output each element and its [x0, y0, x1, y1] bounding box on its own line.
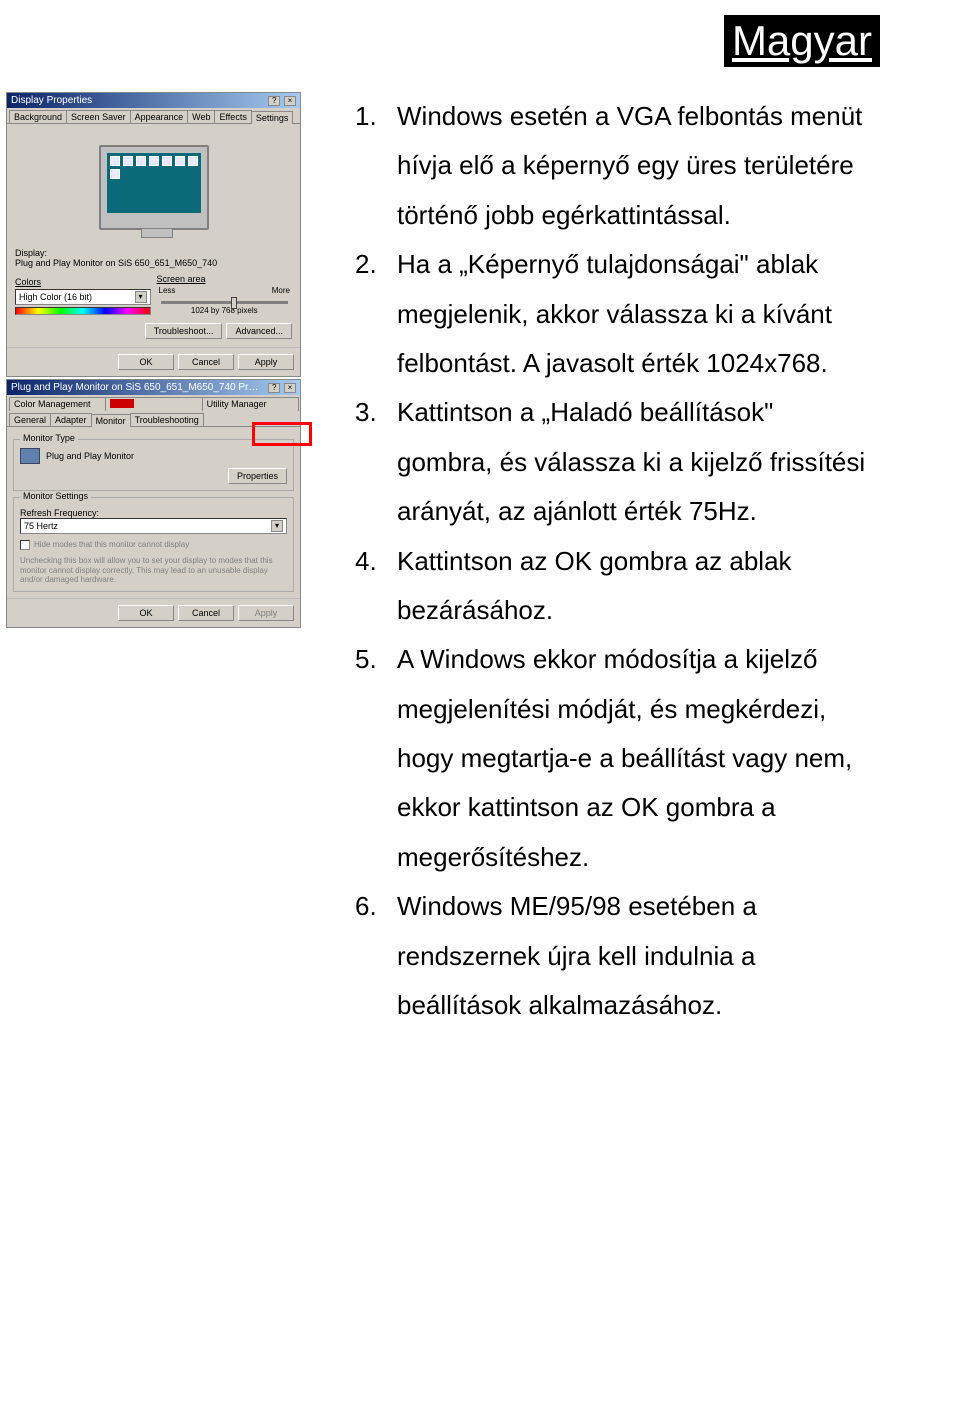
resolution-text: 1024 by 768 pixels [157, 306, 293, 315]
apply-button[interactable]: Apply [238, 605, 294, 621]
desktop-icon [136, 156, 146, 166]
tab-troubleshooting[interactable]: Troubleshooting [130, 413, 204, 426]
screenshots-column: Display Properties ? × Background Screen… [6, 92, 326, 628]
color-spectrum-bar [15, 307, 151, 315]
mp-tabs-row1: Color Management Utility Manager [7, 395, 300, 411]
monitor-settings-group: Monitor Settings Refresh Frequency: 75 H… [13, 497, 294, 592]
step-item: 4. Kattintson az OK gombra az ablak bezá… [355, 537, 875, 636]
tab-effects[interactable]: Effects [214, 110, 251, 123]
step-item: 1. Windows esetén a VGA felbontás menüt … [355, 92, 875, 240]
monitor-settings-label: Monitor Settings [20, 491, 91, 501]
tab-screensaver[interactable]: Screen Saver [66, 110, 131, 123]
desktop-icon [123, 156, 133, 166]
step-item: 5. A Windows ekkor módosítja a kijelző m… [355, 635, 875, 882]
instructions-column: 1. Windows esetén a VGA felbontás menüt … [355, 92, 875, 1030]
refresh-dropdown[interactable]: 75 Hertz ▾ [20, 518, 287, 534]
troubleshoot-button[interactable]: Troubleshoot... [145, 323, 223, 339]
help-icon[interactable]: ? [268, 96, 280, 106]
chevron-down-icon[interactable]: ▾ [135, 291, 147, 303]
colors-label: Colors [15, 277, 151, 287]
window-buttons: ? × [267, 95, 296, 106]
step-text: Windows ME/95/98 esetében a rendszernek … [397, 882, 875, 1030]
mp-tabs-row2: General Adapter Monitor Troubleshooting [7, 411, 300, 427]
dp-body: Display: Plug and Play Monitor on SiS 65… [7, 124, 300, 347]
step-text: Kattintson a „Haladó beállítások" gombra… [397, 388, 875, 536]
step-item: 6. Windows ME/95/98 esetében a rendszern… [355, 882, 875, 1030]
monitor-properties-window: Plug and Play Monitor on SiS 650_651_M65… [6, 379, 301, 628]
close-icon[interactable]: × [284, 383, 296, 393]
step-number: 6. [355, 882, 397, 1030]
hide-modes-label: Hide modes that this monitor cannot disp… [34, 540, 189, 549]
tab-appearance[interactable]: Appearance [130, 110, 189, 123]
advanced-button[interactable]: Advanced... [226, 323, 292, 339]
monitor-icon [20, 448, 40, 464]
step-item: 2. Ha a „Képernyő tulajdonságai" ablak m… [355, 240, 875, 388]
refresh-label: Refresh Frequency: [20, 508, 287, 518]
tab-general[interactable]: General [9, 413, 51, 426]
desktop-icon [162, 156, 172, 166]
colors-dropdown[interactable]: High Color (16 bit) ▾ [15, 289, 151, 305]
hide-modes-checkbox[interactable] [20, 540, 30, 550]
language-badge: Magyar [724, 15, 880, 67]
step-text: Kattintson az OK gombra az ablak bezárás… [397, 537, 875, 636]
slider-less: Less [159, 286, 176, 295]
display-properties-window: Display Properties ? × Background Screen… [6, 92, 301, 377]
step-number: 5. [355, 635, 397, 882]
display-value: Plug and Play Monitor on SiS 650_651_M65… [15, 258, 292, 268]
monitor-type-value: Plug and Play Monitor [46, 451, 134, 461]
slider-thumb[interactable] [231, 297, 237, 309]
cancel-button[interactable]: Cancel [178, 605, 234, 621]
step-text: Ha a „Képernyő tulajdonságai" ablak megj… [397, 240, 875, 388]
hide-modes-note: Unchecking this box will allow you to se… [20, 556, 287, 585]
desktop-icon [188, 156, 198, 166]
screen-area-label: Screen area [157, 274, 293, 284]
colors-value: High Color (16 bit) [19, 292, 92, 302]
step-number: 3. [355, 388, 397, 536]
monitor-type-group: Monitor Type Plug and Play Monitor Prope… [13, 439, 294, 491]
monitor-preview [15, 132, 292, 242]
tab-sis[interactable] [105, 397, 202, 411]
desktop-icon [110, 169, 120, 179]
tab-adapter[interactable]: Adapter [50, 413, 92, 426]
step-item: 3. Kattintson a „Haladó beállítások" gom… [355, 388, 875, 536]
properties-button[interactable]: Properties [228, 468, 287, 484]
slider-more: More [272, 286, 290, 295]
help-icon[interactable]: ? [268, 383, 280, 393]
mp-titlebar: Plug and Play Monitor on SiS 650_651_M65… [7, 380, 300, 395]
tab-utility-manager[interactable]: Utility Manager [202, 397, 299, 411]
desktop-icon [110, 156, 120, 166]
mp-body: Monitor Type Plug and Play Monitor Prope… [7, 427, 300, 598]
monitor-type-label: Monitor Type [20, 433, 78, 443]
tab-settings[interactable]: Settings [251, 111, 294, 124]
dp-title: Display Properties [11, 95, 92, 106]
step-text: A Windows ekkor módosítja a kijelző megj… [397, 635, 875, 882]
desktop-icon [149, 156, 159, 166]
step-number: 1. [355, 92, 397, 240]
window-buttons: ? × [267, 382, 296, 393]
tab-web[interactable]: Web [187, 110, 215, 123]
display-label: Display: [15, 248, 292, 258]
resolution-slider[interactable] [161, 301, 289, 304]
close-icon[interactable]: × [284, 96, 296, 106]
chevron-down-icon[interactable]: ▾ [271, 520, 283, 532]
refresh-value: 75 Hertz [24, 521, 58, 531]
dp-tabs: Background Screen Saver Appearance Web E… [7, 108, 300, 124]
ok-button[interactable]: OK [118, 354, 174, 370]
mp-title: Plug and Play Monitor on SiS 650_651_M65… [11, 382, 261, 393]
step-number: 4. [355, 537, 397, 636]
step-number: 2. [355, 240, 397, 388]
dp-titlebar: Display Properties ? × [7, 93, 300, 108]
apply-button[interactable]: Apply [238, 354, 294, 370]
ok-button[interactable]: OK [118, 605, 174, 621]
cancel-button[interactable]: Cancel [178, 354, 234, 370]
steps-list: 1. Windows esetén a VGA felbontás menüt … [355, 92, 875, 1030]
desktop-icon [175, 156, 185, 166]
step-text: Windows esetén a VGA felbontás menüt hív… [397, 92, 875, 240]
tab-monitor[interactable]: Monitor [91, 414, 131, 427]
tab-color-management[interactable]: Color Management [9, 397, 106, 411]
tab-background[interactable]: Background [9, 110, 67, 123]
